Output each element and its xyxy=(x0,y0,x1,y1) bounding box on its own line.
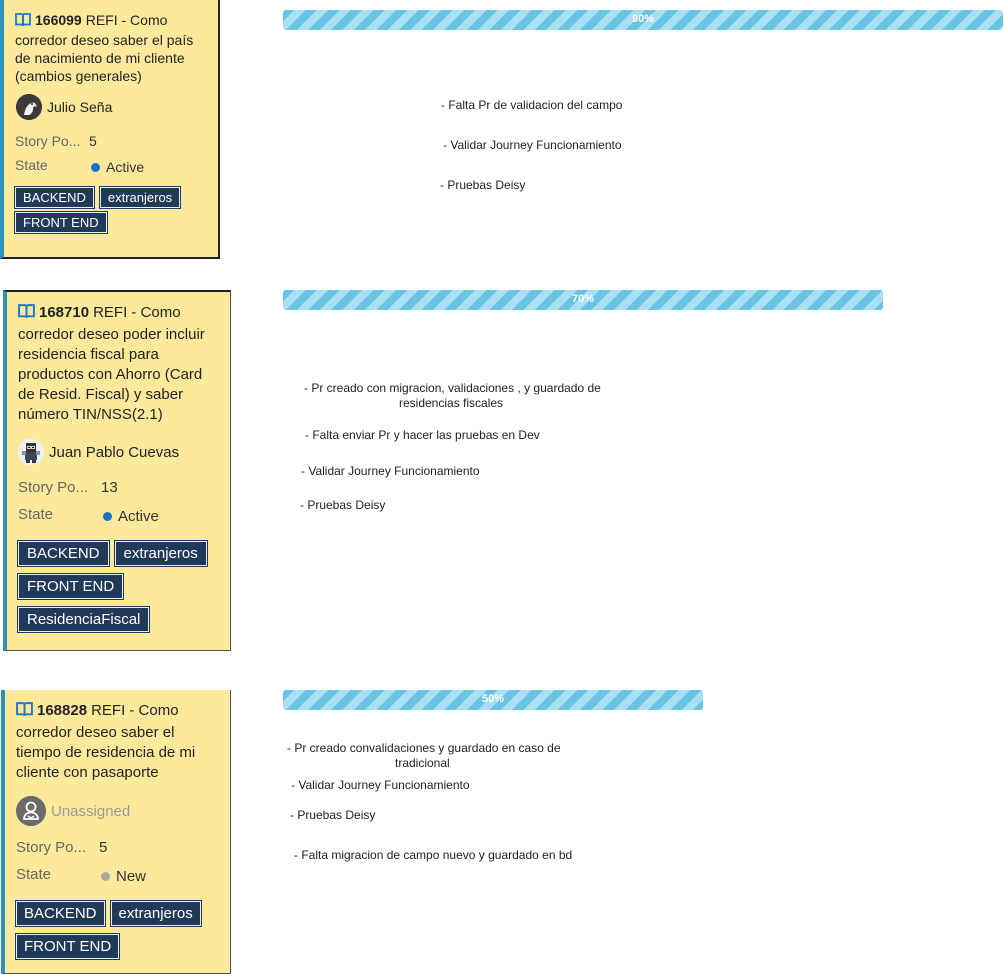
work-item-card[interactable]: 168828 REFI - Como corredor deseo saber e… xyxy=(1,690,231,974)
book-icon xyxy=(16,702,33,723)
progress-note: - Validar Journey Funcionamiento xyxy=(443,138,622,152)
story-points-label: Story Po... xyxy=(16,839,87,856)
tag-list: BACKEND extranjeros FRONT END xyxy=(16,901,220,967)
state-label: State xyxy=(16,866,52,883)
tag[interactable]: FRONT END xyxy=(15,212,107,233)
story-points-label: Story Po... xyxy=(18,479,89,496)
work-item-id[interactable]: 166099 xyxy=(35,12,82,28)
assignee[interactable]: Julio Seña xyxy=(16,94,208,120)
state-label: State xyxy=(15,157,48,173)
state-label: State xyxy=(18,506,54,523)
work-item-id[interactable]: 168828 xyxy=(37,702,87,719)
tag[interactable]: extranjeros xyxy=(114,541,207,566)
state-value[interactable]: New xyxy=(101,868,146,885)
work-item-card[interactable]: 168710 REFI - Como corredor deseo poder i… xyxy=(3,290,231,651)
progress-note: - Pruebas Deisy xyxy=(290,808,376,822)
assignee-name: Julio Seña xyxy=(47,99,113,115)
story-points-field: Story Po... 5 xyxy=(15,133,208,157)
story-points-value[interactable]: 5 xyxy=(99,839,107,856)
work-item-title[interactable]: REFI - Como corredor deseo poder incluir… xyxy=(18,304,205,423)
progress-note: - Pruebas Deisy xyxy=(300,498,386,512)
state-dot-icon xyxy=(101,872,110,881)
tag[interactable]: BACKEND xyxy=(18,541,109,566)
tag-list: BACKEND extranjeros FRONT END Residencia… xyxy=(18,541,220,640)
card-title: 168828 REFI - Como corredor deseo saber e… xyxy=(16,698,220,783)
card-title: 166099 REFI - Como corredor deseo saber e… xyxy=(15,8,208,85)
story-points-label: Story Po... xyxy=(15,133,81,149)
progress-label: 90% xyxy=(631,13,655,25)
progress-note: - Falta enviar Pr y hacer las pruebas en… xyxy=(305,428,540,442)
story-points-field: Story Po... 5 xyxy=(16,839,220,863)
assignee-name: Unassigned xyxy=(51,802,131,820)
card-title: 168710 REFI - Como corredor deseo poder i… xyxy=(18,300,220,425)
progress-note: - Falta Pr de validacion del campo xyxy=(441,98,623,112)
progress-note: tradicional xyxy=(395,756,450,770)
state-dot-icon xyxy=(91,163,100,172)
progress-note: - Pr creado con migracion, validaciones … xyxy=(304,381,601,395)
state-field: State New xyxy=(16,866,220,896)
unassigned-user-icon xyxy=(16,796,46,826)
tag[interactable]: BACKEND xyxy=(15,187,94,208)
story-points-field: Story Po... 13 xyxy=(18,479,220,503)
progress-note: - Pr creado convalidaciones y guardado e… xyxy=(287,741,561,755)
progress-note: - Pruebas Deisy xyxy=(440,178,526,192)
avatar xyxy=(18,439,44,465)
progress-label: 50% xyxy=(481,693,505,705)
tag[interactable]: FRONT END xyxy=(16,934,120,959)
state-field: State Active xyxy=(18,506,220,536)
state-field: State Active xyxy=(15,157,208,185)
tag[interactable]: BACKEND xyxy=(16,901,105,926)
avatar xyxy=(16,94,42,120)
progress-bar: 50% xyxy=(283,690,703,710)
state-value[interactable]: Active xyxy=(103,508,159,525)
book-icon xyxy=(18,304,35,325)
tag[interactable]: extranjeros xyxy=(99,187,181,208)
progress-note: - Validar Journey Funcionamiento xyxy=(291,778,470,792)
state-value[interactable]: Active xyxy=(91,159,144,175)
work-item-id[interactable]: 168710 xyxy=(39,304,89,321)
book-icon xyxy=(15,13,31,31)
tag[interactable]: FRONT END xyxy=(18,574,124,599)
progress-label: 70% xyxy=(571,293,595,305)
progress-note: residencias fiscales xyxy=(399,396,504,410)
tag[interactable]: extranjeros xyxy=(110,901,201,926)
progress-bar: 70% xyxy=(283,290,883,310)
assignee[interactable]: Unassigned xyxy=(16,796,220,826)
tag-list: BACKEND extranjeros FRONT END xyxy=(15,187,208,237)
work-item-card[interactable]: 166099 REFI - Como corredor deseo saber e… xyxy=(0,0,220,259)
state-dot-icon xyxy=(103,512,112,521)
story-points-value[interactable]: 13 xyxy=(101,479,118,496)
progress-bar: 90% xyxy=(283,10,1003,30)
assignee[interactable]: Juan Pablo Cuevas xyxy=(18,439,220,465)
story-points-value[interactable]: 5 xyxy=(89,133,97,149)
tag[interactable]: ResidenciaFiscal xyxy=(18,607,150,632)
progress-note: - Falta migracion de campo nuevo y guard… xyxy=(294,848,573,862)
assignee-name: Juan Pablo Cuevas xyxy=(49,443,180,461)
progress-note: - Validar Journey Funcionamiento xyxy=(301,464,480,478)
